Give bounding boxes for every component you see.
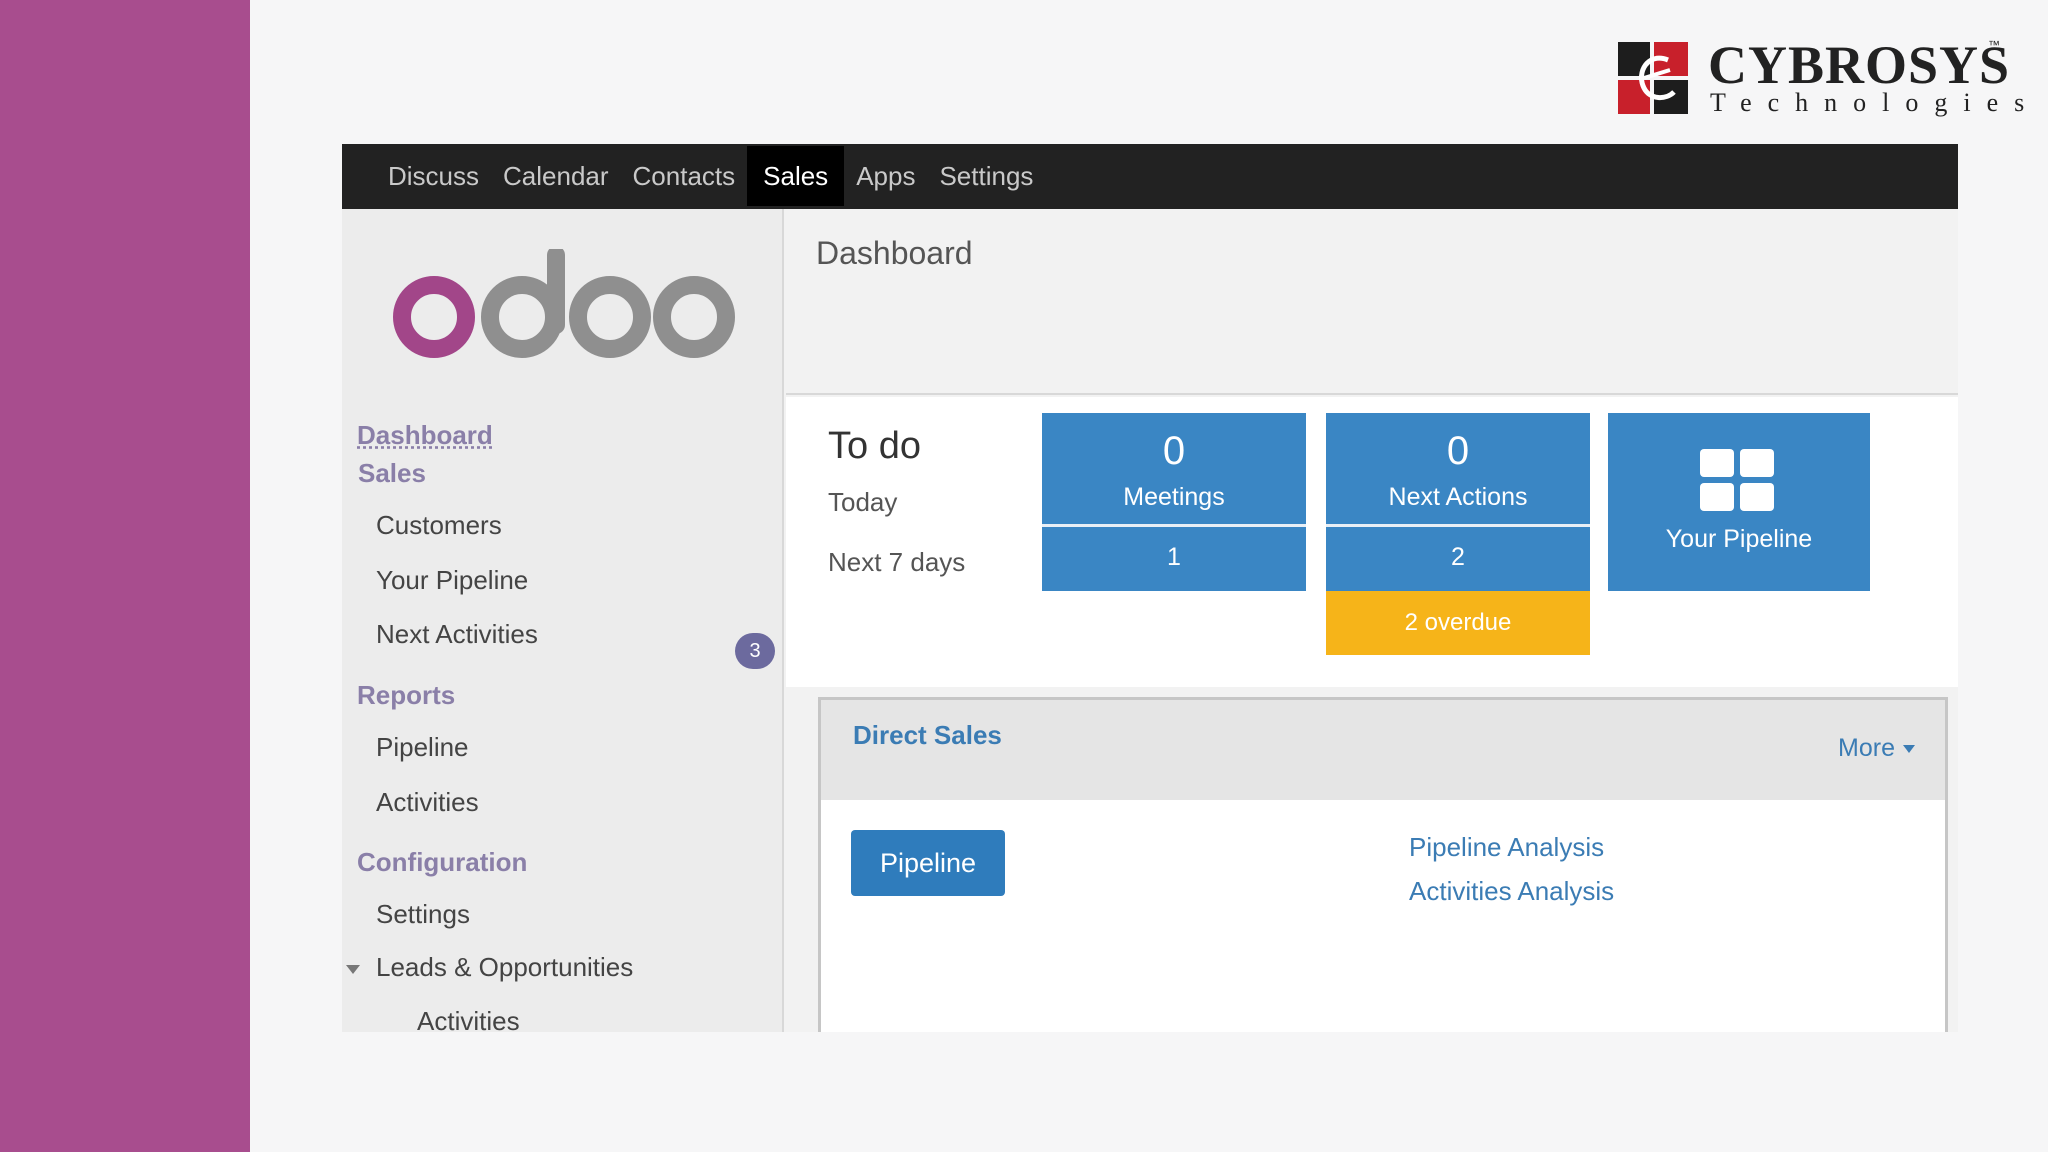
todo-panel: To do Today Next 7 days 0 Meetings 1 0 N… — [786, 397, 1958, 687]
control-panel: Dashboard — [786, 209, 1958, 395]
brand-name: CYBROSYS — [1708, 35, 2011, 95]
nav-contacts[interactable]: Contacts — [621, 146, 748, 206]
caret-down-icon — [1903, 744, 1915, 753]
caret-down-icon[interactable] — [346, 965, 360, 974]
menu-next-activities[interactable]: Next Activities — [376, 619, 538, 650]
sales-team-card: Direct Sales More Pipeline Pipeline Anal… — [818, 697, 1948, 1032]
top-navigation-bar: Discuss Calendar Contacts Sales Apps Set… — [342, 144, 1958, 209]
sidebar: Dashboard Sales Customers Your Pipeline … — [342, 209, 784, 1032]
tile-divider — [1326, 524, 1590, 527]
menu-reports-pipeline[interactable]: Pipeline — [376, 732, 469, 763]
cybrosys-mark-icon — [1618, 42, 1688, 114]
your-pipeline-tile[interactable]: Your Pipeline — [1608, 413, 1870, 591]
main-content: Dashboard To do Today Next 7 days 0 Meet… — [786, 209, 1958, 1032]
meetings-tile[interactable]: 0 Meetings 1 — [1042, 413, 1306, 591]
sales-team-header: Direct Sales More — [821, 700, 1945, 800]
more-dropdown[interactable]: More — [1838, 734, 1915, 763]
nav-discuss[interactable]: Discuss — [376, 146, 491, 206]
left-accent-band — [0, 0, 250, 1152]
menu-leads-activities[interactable]: Activities — [417, 1006, 520, 1032]
cybrosys-logo: CYBROSYS ™ Technologies — [1618, 35, 2024, 124]
pipeline-analysis-link[interactable]: Pipeline Analysis — [1409, 832, 1604, 863]
menu-section-configuration: Configuration — [357, 847, 528, 877]
todo-today-label: Today — [828, 487, 898, 517]
next-activities-badge: 3 — [735, 633, 775, 669]
next-actions-week-count[interactable]: 2 — [1326, 543, 1590, 572]
nav-sales[interactable]: Sales — [747, 146, 845, 206]
todo-next7-label: Next 7 days — [828, 547, 966, 577]
grid-icon — [1700, 449, 1776, 511]
meetings-today-count[interactable]: 0 — [1042, 429, 1306, 474]
nav-settings[interactable]: Settings — [927, 146, 1045, 206]
menu-reports-activities[interactable]: Activities — [376, 787, 479, 818]
trademark-mark: ™ — [1988, 38, 2000, 52]
odoo-logo[interactable] — [392, 249, 737, 369]
nav-apps[interactable]: Apps — [844, 146, 927, 206]
menu-section-sales: Sales — [358, 458, 426, 488]
odoo-app-window: Discuss Calendar Contacts Sales Apps Set… — [342, 144, 1958, 1032]
overdue-badge[interactable]: 2 overdue — [1326, 591, 1590, 655]
page-title: Dashboard — [816, 235, 973, 271]
meetings-week-count[interactable]: 1 — [1042, 543, 1306, 572]
menu-config-settings[interactable]: Settings — [376, 899, 470, 930]
menu-dashboard[interactable]: Dashboard — [357, 420, 493, 451]
your-pipeline-label: Your Pipeline — [1665, 525, 1813, 553]
menu-customers[interactable]: Customers — [376, 510, 502, 541]
menu-your-pipeline[interactable]: Your Pipeline — [376, 565, 528, 596]
menu-leads-opportunities[interactable]: Leads & Opportunities — [376, 952, 633, 983]
more-label: More — [1838, 734, 1895, 762]
nav-calendar[interactable]: Calendar — [491, 146, 621, 206]
menu-section-reports: Reports — [357, 680, 456, 710]
meetings-label: Meetings — [1123, 483, 1225, 511]
brand-subtitle: Technologies — [1710, 88, 2041, 117]
next-actions-tile[interactable]: 0 Next Actions 2 — [1326, 413, 1590, 591]
next-actions-label: Next Actions — [1388, 483, 1528, 511]
activities-analysis-link[interactable]: Activities Analysis — [1409, 876, 1614, 907]
todo-title: To do — [828, 425, 921, 467]
pipeline-button[interactable]: Pipeline — [851, 830, 1005, 896]
sales-team-name[interactable]: Direct Sales — [853, 720, 1002, 751]
tile-divider — [1042, 524, 1306, 527]
next-actions-today-count[interactable]: 0 — [1326, 429, 1590, 474]
